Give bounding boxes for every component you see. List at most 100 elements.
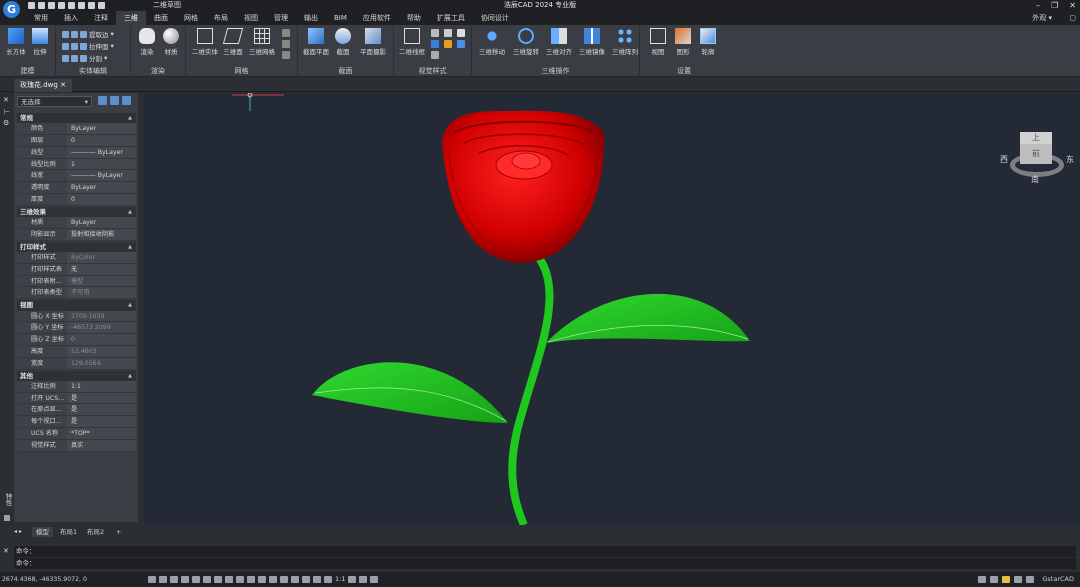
render-button[interactable]: 渲染 [135, 28, 159, 56]
property-section-header[interactable]: 常规 [17, 113, 136, 124]
extract-edges-button[interactable]: 提取边 ▾ [62, 29, 114, 39]
menu-tab[interactable]: 常用 [26, 11, 56, 25]
tab-layout1[interactable]: 布局1 [56, 527, 81, 537]
3dface-button[interactable]: 三维面 [220, 28, 246, 56]
property-row[interactable]: 圆心 X 坐标 3709.1639 [17, 310, 136, 323]
close-button[interactable]: ✕ [1069, 0, 1076, 11]
array3d-button[interactable]: 三维阵列 [609, 28, 641, 56]
property-row[interactable]: 透明度 ByLayer [17, 182, 136, 195]
property-row[interactable]: 图层 0 [17, 135, 136, 147]
restore-button[interactable]: ❐ [1051, 0, 1058, 11]
wheel-button[interactable]: 轮廓 [696, 28, 720, 56]
property-value[interactable]: 投射和接收阴影 [67, 228, 136, 240]
pin-palette-icon[interactable]: ⊢ [4, 108, 10, 116]
property-value[interactable]: 0 [67, 334, 136, 345]
viewcube-west[interactable]: 西 [1000, 154, 1008, 165]
lineweight-icon[interactable] [258, 576, 266, 583]
rotate3d-button[interactable]: 三维旋转 [510, 28, 542, 56]
property-value[interactable]: *TOP* [67, 428, 136, 439]
redo-icon[interactable] [88, 2, 95, 9]
property-value[interactable]: ByLayer [67, 123, 136, 135]
osnap-icon[interactable] [203, 576, 211, 583]
graphics-button[interactable]: 图形 [671, 28, 695, 56]
property-section-header[interactable]: 视图 [17, 300, 136, 311]
undo-icon[interactable] [78, 2, 85, 9]
annotation-scale[interactable]: 1:1 [335, 576, 345, 583]
workspace-dropdown[interactable]: 二维草图 [141, 0, 221, 10]
property-row[interactable]: 注释比例 1:1 [17, 380, 136, 393]
palette-settings-icon[interactable]: ⚙ [3, 119, 9, 127]
property-value[interactable]: 无 [67, 263, 136, 275]
isolate-icon[interactable] [302, 576, 310, 583]
box-button[interactable]: 长方体 [4, 28, 28, 56]
viewcube-south[interactable]: 南 [1031, 174, 1039, 185]
close-palette-icon[interactable]: ✕ [3, 96, 9, 104]
property-row[interactable]: 线型比例 1 [17, 158, 136, 171]
app-logo-icon[interactable]: G [3, 1, 20, 18]
tab-layout2[interactable]: 布局2 [83, 527, 108, 537]
infer-icon[interactable] [170, 576, 178, 583]
transparency-icon[interactable] [269, 576, 277, 583]
solid2d-button[interactable]: 二维实体 [190, 28, 220, 56]
property-row[interactable]: 宽度 129.0564 [17, 357, 136, 370]
lock-ui-icon[interactable] [359, 576, 368, 583]
menu-tab[interactable]: 网格 [176, 11, 206, 25]
mesh-revolve-icon[interactable] [282, 51, 290, 59]
notification-icon[interactable] [1002, 576, 1010, 583]
property-row[interactable]: 线宽 ———— ByLayer [17, 170, 136, 183]
style-wireframe-icon[interactable] [431, 29, 439, 37]
palette-icon[interactable] [4, 515, 10, 521]
property-section-header[interactable]: 其他 [17, 370, 136, 381]
customize-icon[interactable] [1026, 576, 1034, 583]
property-row[interactable]: 线型 ———— ByLayer [17, 146, 136, 159]
property-value[interactable]: 52.4603 [67, 345, 136, 357]
menu-tab[interactable]: 三维 [116, 11, 146, 25]
viewcube[interactable]: 上 前 西 东 南 [1000, 128, 1074, 188]
select-objects-icon[interactable] [110, 96, 119, 105]
menu-tab[interactable]: 注释 [86, 11, 116, 25]
extrude-face-button[interactable]: 拉伸面 ▾ [62, 41, 114, 51]
property-value[interactable]: ByLayer [67, 182, 136, 194]
menu-tab[interactable]: 曲面 [146, 11, 176, 25]
ribbon-toggle-icon[interactable]: ▢ [1069, 11, 1076, 25]
property-row[interactable]: 打印表类型 不可用 [17, 287, 136, 300]
property-row[interactable]: 打印样式 ByColor [17, 252, 136, 264]
new-file-icon[interactable] [28, 2, 35, 9]
command-input[interactable]: 命令： [14, 558, 1076, 569]
workspace-switch-icon[interactable] [348, 576, 357, 583]
property-value[interactable]: 不可用 [67, 287, 136, 299]
snap-icon[interactable] [159, 576, 167, 583]
menu-tab[interactable]: 输出 [296, 11, 326, 25]
property-section-header[interactable]: 打印样式 [17, 241, 136, 252]
property-value[interactable]: 是 [67, 404, 136, 416]
3d-osnap-icon[interactable] [214, 576, 222, 583]
annotation-visibility-icon[interactable] [324, 576, 332, 583]
property-row[interactable]: 打印表附… 模型 [17, 275, 136, 288]
menu-tab[interactable]: 帮助 [399, 11, 429, 25]
property-row[interactable]: UCS 名称 *TOP* [17, 428, 136, 440]
viewcube-front[interactable]: 前 [1020, 144, 1052, 164]
view-button[interactable]: 视图 [646, 28, 670, 56]
close-tab-icon[interactable]: ✕ [60, 81, 66, 89]
wireframe2d-button[interactable]: 二维线框 [396, 28, 428, 56]
menu-tab[interactable]: BIM [326, 11, 355, 25]
menu-tab[interactable]: 布局 [206, 11, 236, 25]
hardware-icon[interactable] [1014, 576, 1022, 583]
property-value[interactable]: ———— ByLayer [67, 170, 136, 182]
property-value[interactable]: ———— ByLayer [67, 146, 136, 158]
property-row[interactable]: 颜色 ByLayer [17, 123, 136, 136]
style-hidden-icon[interactable] [444, 29, 452, 37]
open-file-icon[interactable] [38, 2, 45, 9]
section-button[interactable]: 截面 [332, 28, 354, 56]
property-row[interactable]: 每个视口… 是 [17, 416, 136, 429]
tab-scroll-icons[interactable]: ◂ ▸ [14, 527, 22, 537]
menu-tab[interactable]: 扩展工具 [429, 11, 473, 25]
menu-tab[interactable]: 插入 [56, 11, 86, 25]
3dmesh-button[interactable]: 三维网格 [246, 28, 278, 56]
menu-tab[interactable]: 协同设计 [473, 11, 517, 25]
property-row[interactable]: 材质 ByLayer [17, 217, 136, 229]
quick-select-icon[interactable] [122, 96, 131, 105]
clean-screen-icon[interactable] [990, 576, 998, 583]
align3d-button[interactable]: 三维对齐 [543, 28, 575, 56]
property-value[interactable]: 是 [67, 392, 136, 404]
